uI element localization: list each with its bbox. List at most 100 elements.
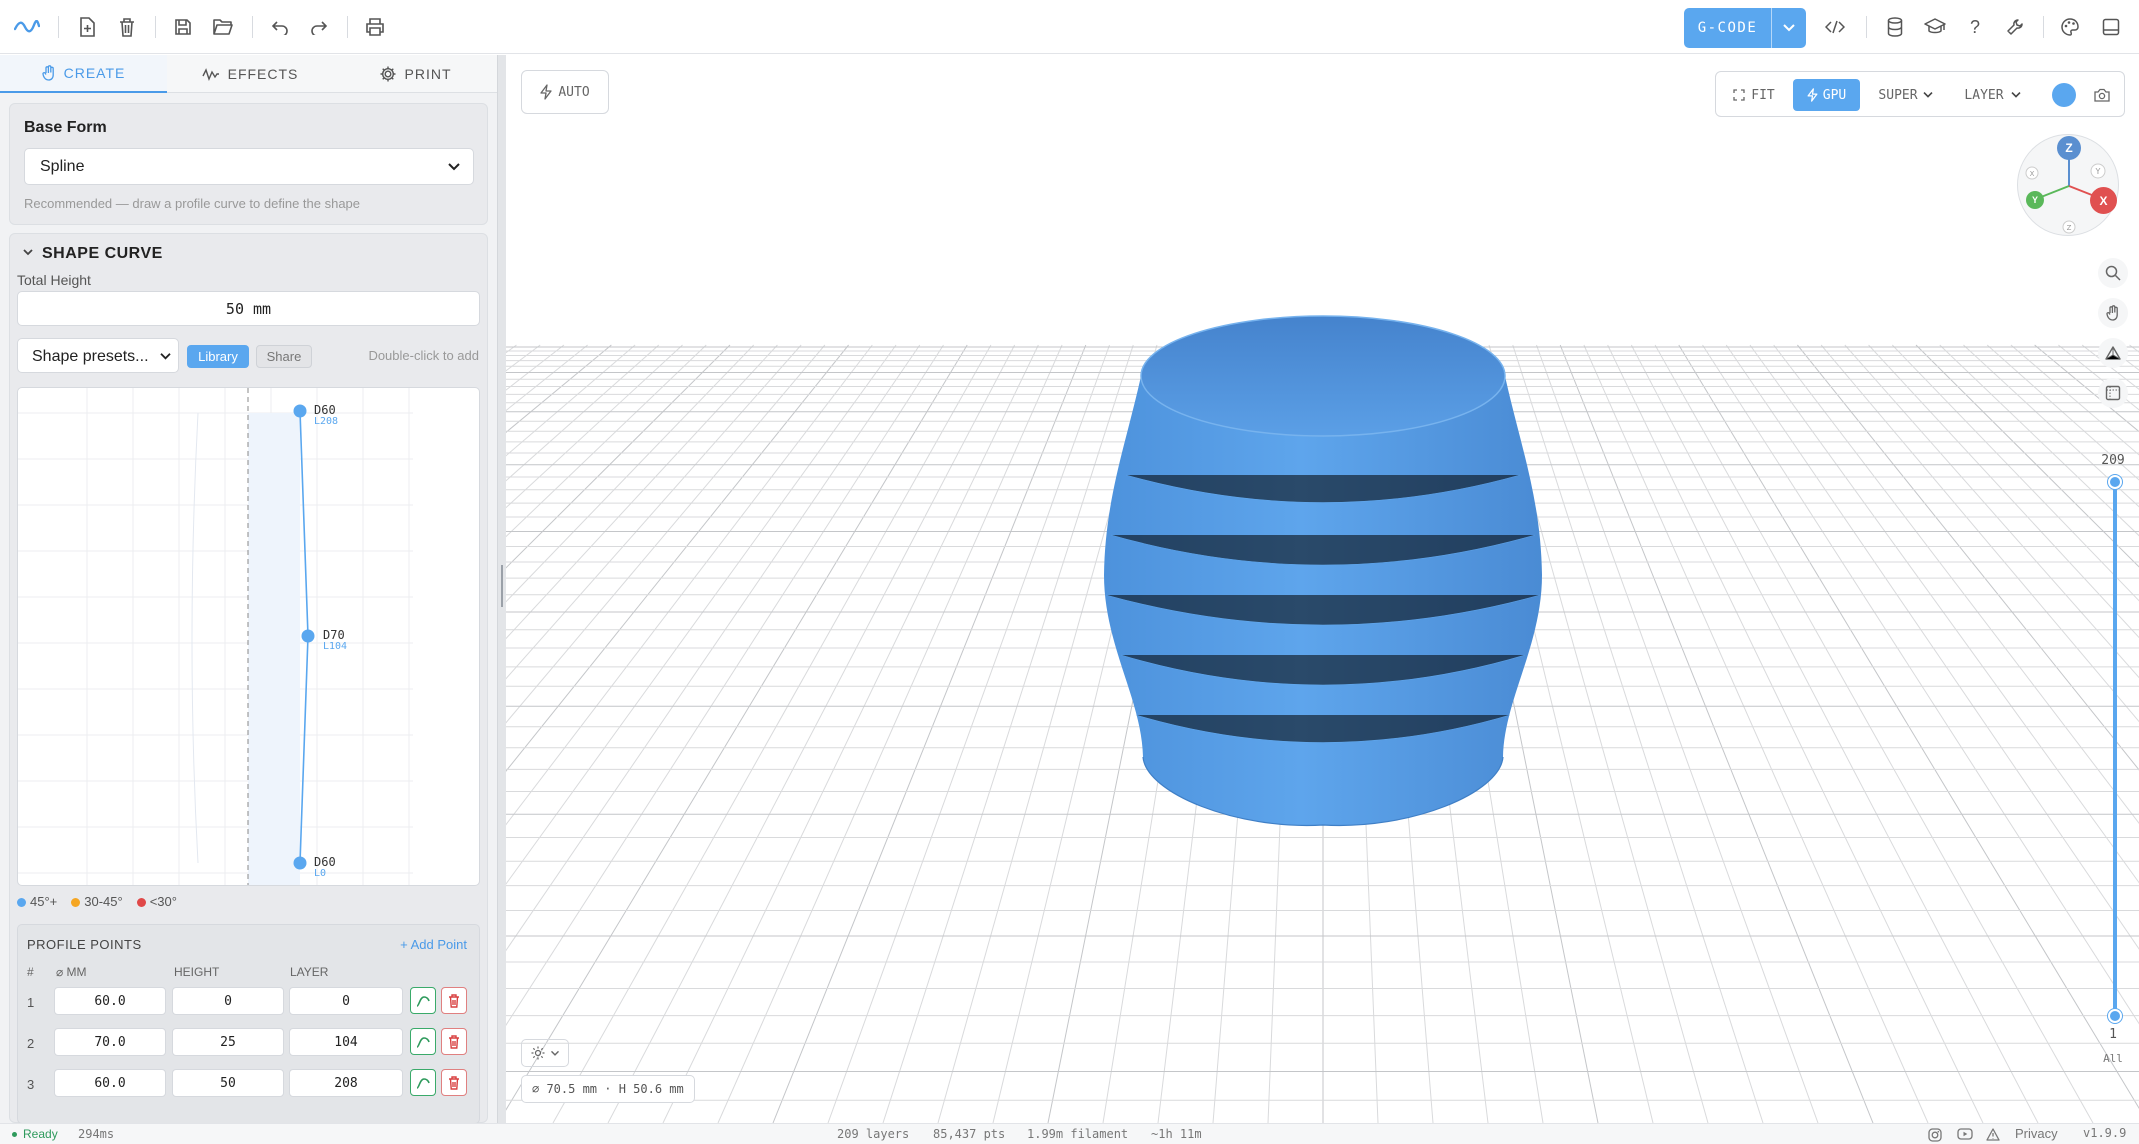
sidebar-resize-handle[interactable]	[497, 55, 506, 1123]
youtube-icon[interactable]	[1957, 1128, 1973, 1140]
point-diameter: D70	[323, 628, 345, 642]
open-folder-icon[interactable]	[208, 13, 238, 41]
gcode-button[interactable]: G-CODE	[1684, 8, 1806, 48]
chevron-down-icon[interactable]	[22, 248, 34, 258]
row-index: 1	[27, 995, 35, 1010]
undo-icon[interactable]	[265, 13, 295, 41]
profile-points-panel: PROFILE POINTS + Add Point # ⌀ MM HEIGHT…	[17, 924, 480, 1123]
quality-select[interactable]: SUPER	[1868, 79, 1944, 111]
delete-icon[interactable]	[441, 1028, 467, 1055]
toolbar-divider	[1866, 16, 1867, 38]
save-icon[interactable]	[168, 13, 198, 41]
chevron-down-icon[interactable]	[1771, 8, 1806, 48]
toolbar-divider	[347, 16, 348, 38]
total-height-input[interactable]: 50 mm	[17, 291, 480, 326]
tab-effects[interactable]: EFFECTS	[167, 55, 333, 93]
tab-print[interactable]: PRINT	[333, 55, 497, 93]
tab-create[interactable]: CREATE	[0, 55, 167, 93]
left-sidebar: CREATE EFFECTS PRINT Base Form Spline Re…	[0, 55, 497, 1123]
auto-button[interactable]: AUTO	[521, 70, 609, 114]
app-version: v1.9.9	[2083, 1126, 2127, 1140]
help-icon[interactable]: ?	[1960, 13, 1990, 41]
legend-item: <30°	[136, 894, 177, 909]
legend-item: 30-45°	[71, 894, 123, 909]
profile-curve-canvas[interactable]: D60 L208 D70 L104 D60 L0	[17, 387, 480, 886]
palette-icon[interactable]	[2055, 13, 2085, 41]
chevron-down-icon	[550, 1050, 559, 1056]
shape-curve-title[interactable]: SHAPE CURVE	[42, 245, 163, 263]
share-button[interactable]: Share	[256, 345, 312, 368]
logo-wave-icon[interactable]	[12, 13, 42, 41]
status-layers: 209 layers	[837, 1127, 910, 1141]
base-form-hint: Recommended — draw a profile curve to de…	[24, 196, 361, 211]
curve-icon[interactable]	[410, 1069, 436, 1096]
mode-select[interactable]: LAYER	[1954, 79, 2032, 111]
warning-icon[interactable]	[1986, 1128, 2000, 1141]
redo-icon[interactable]	[304, 13, 334, 41]
orientation-gizmo[interactable]: X Y Z Z X Y	[2017, 134, 2119, 236]
gcode-label[interactable]: G-CODE	[1684, 8, 1771, 48]
gizmo-y-axis[interactable]: Y	[2026, 191, 2044, 209]
delete-icon[interactable]	[441, 1069, 467, 1096]
panel-layout-icon[interactable]	[2096, 13, 2126, 41]
add-point-button[interactable]: + Add Point	[400, 937, 467, 952]
pan-hand-icon[interactable]	[2098, 298, 2128, 328]
code-icon[interactable]	[1820, 13, 1850, 41]
3d-viewport[interactable]: AUTO FIT GPU SUPER LAYER X Y Z Z X Y 209…	[506, 55, 2139, 1123]
sun-icon	[531, 1046, 544, 1060]
sidebar-tabs: CREATE EFFECTS PRINT	[0, 55, 497, 93]
diameter-input[interactable]: 70.0	[54, 1028, 166, 1056]
profile-points-title: PROFILE POINTS	[27, 937, 142, 952]
status-points: 85,437 pts	[933, 1127, 1006, 1141]
gizmo-x-axis[interactable]: X	[2090, 187, 2117, 214]
base-form-select[interactable]: Spline	[24, 148, 474, 185]
overhang-legend: 45°+ 30-45° <30°	[17, 894, 177, 909]
height-input[interactable]: 25	[172, 1028, 284, 1056]
tab-print-label[interactable]: PRINT	[405, 66, 452, 82]
point-layer: L208	[314, 416, 339, 427]
tab-effects-label[interactable]: EFFECTS	[228, 66, 299, 82]
wrench-icon[interactable]	[2000, 13, 2030, 41]
zoom-icon[interactable]	[2098, 258, 2128, 288]
height-input[interactable]: 50	[172, 1069, 284, 1097]
layer-slider-min: 1	[2109, 1027, 2117, 1042]
layer-input[interactable]: 208	[289, 1069, 403, 1097]
layer-input[interactable]: 104	[289, 1028, 403, 1056]
diameter-input[interactable]: 60.0	[54, 987, 166, 1015]
layer-slider-bottom-handle[interactable]	[2108, 1009, 2122, 1023]
camera-icon[interactable]	[2086, 79, 2118, 111]
gpu-button[interactable]: GPU	[1793, 79, 1860, 111]
layer-slider[interactable]	[2113, 481, 2117, 1017]
model-color-swatch[interactable]	[2052, 83, 2076, 107]
warning-triangle-icon[interactable]	[2098, 338, 2128, 368]
instagram-icon[interactable]	[1928, 1128, 1942, 1142]
column-header: LAYER	[290, 965, 329, 979]
lighting-select[interactable]	[521, 1039, 569, 1067]
status-duration: ~1h 11m	[1151, 1127, 1202, 1141]
privacy-link[interactable]: Privacy	[2015, 1126, 2058, 1141]
base-form-card: Base Form Spline Recommended — draw a pr…	[9, 103, 488, 225]
tab-create-label[interactable]: CREATE	[64, 65, 126, 81]
layer-slider-all[interactable]: All	[2096, 1052, 2130, 1065]
library-button[interactable]: Library	[187, 345, 249, 368]
fit-button[interactable]: FIT	[1724, 79, 1784, 111]
layer-input[interactable]: 0	[289, 987, 403, 1015]
gizmo-z-axis[interactable]: Z	[2057, 136, 2081, 160]
print-icon[interactable]	[360, 13, 390, 41]
curve-icon[interactable]	[410, 1028, 436, 1055]
quality-label: SUPER	[1878, 87, 1918, 103]
diameter-input[interactable]: 60.0	[54, 1069, 166, 1097]
column-header: #	[27, 965, 34, 979]
graduation-cap-icon[interactable]	[1920, 13, 1950, 41]
svg-text:X: X	[2030, 170, 2035, 178]
trash-icon[interactable]	[112, 13, 142, 41]
delete-icon[interactable]	[441, 987, 467, 1014]
curve-icon[interactable]	[410, 987, 436, 1014]
layer-slider-top-handle[interactable]	[2108, 475, 2122, 489]
height-input[interactable]: 0	[172, 987, 284, 1015]
new-file-icon[interactable]	[72, 13, 102, 41]
shape-presets-select[interactable]: Shape presets...	[17, 338, 179, 373]
frame-icon[interactable]	[2098, 378, 2128, 408]
toolbar-divider	[252, 16, 253, 38]
database-icon[interactable]	[1880, 13, 1910, 41]
